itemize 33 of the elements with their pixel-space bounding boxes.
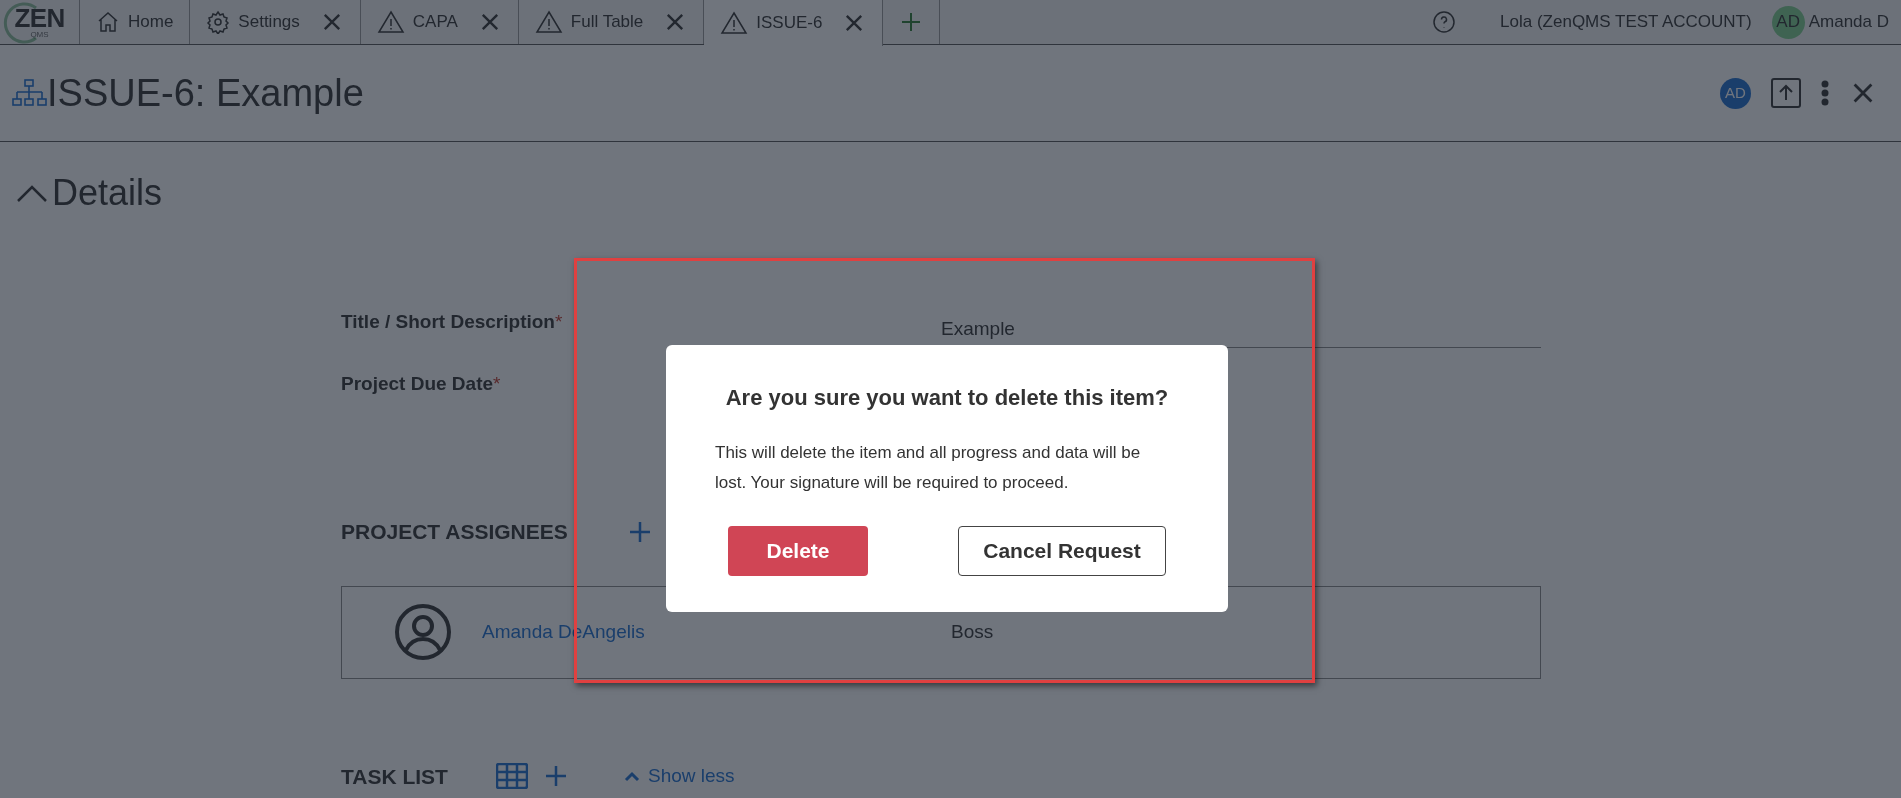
- table-icon[interactable]: [496, 763, 528, 790]
- field-label: Title / Short Description*: [341, 309, 564, 334]
- warning-icon: [376, 10, 405, 34]
- owner-avatar[interactable]: AD: [1720, 77, 1751, 109]
- more-options-icon[interactable]: [1821, 80, 1829, 106]
- section-heading: PROJECT ASSIGNEES: [341, 519, 568, 545]
- collapse-icon[interactable]: [16, 183, 48, 203]
- section-heading: TASK LIST: [341, 763, 449, 790]
- warning-icon: [720, 11, 749, 35]
- user-icon: [394, 603, 452, 661]
- show-less-link[interactable]: Show less: [648, 762, 735, 791]
- account-name[interactable]: Lola (ZenQMS TEST ACCOUNT): [1500, 9, 1752, 35]
- cancel-button[interactable]: Cancel Request: [958, 526, 1166, 576]
- section-title: Details: [52, 171, 163, 215]
- user-name[interactable]: Amanda D: [1808, 9, 1889, 35]
- dialog-title: Are you sure you want to delete this item?: [724, 384, 1170, 412]
- warning-icon: [534, 10, 563, 34]
- upload-icon[interactable]: [1771, 78, 1801, 108]
- help-icon[interactable]: [1432, 10, 1457, 34]
- required-mark: *: [554, 310, 563, 332]
- dialog-message: This will delete the item and all progress and data will be lost. Your signature will be required to proceed.: [715, 442, 1142, 494]
- delete-button[interactable]: Delete: [728, 526, 868, 576]
- add-icon[interactable]: [627, 519, 652, 544]
- home-icon: [96, 10, 120, 34]
- hierarchy-icon: [12, 78, 47, 108]
- chevron-up-icon[interactable]: [624, 770, 640, 783]
- required-mark: *: [493, 372, 501, 394]
- settings-icon: [206, 10, 231, 34]
- user-avatar[interactable]: AD: [1771, 5, 1805, 39]
- add-icon[interactable]: [544, 764, 568, 789]
- tab[interactable]: ISSUE-6: [704, 0, 884, 46]
- record-title: ISSUE-6: Example: [47, 74, 364, 112]
- assignee-role: Boss: [951, 619, 994, 644]
